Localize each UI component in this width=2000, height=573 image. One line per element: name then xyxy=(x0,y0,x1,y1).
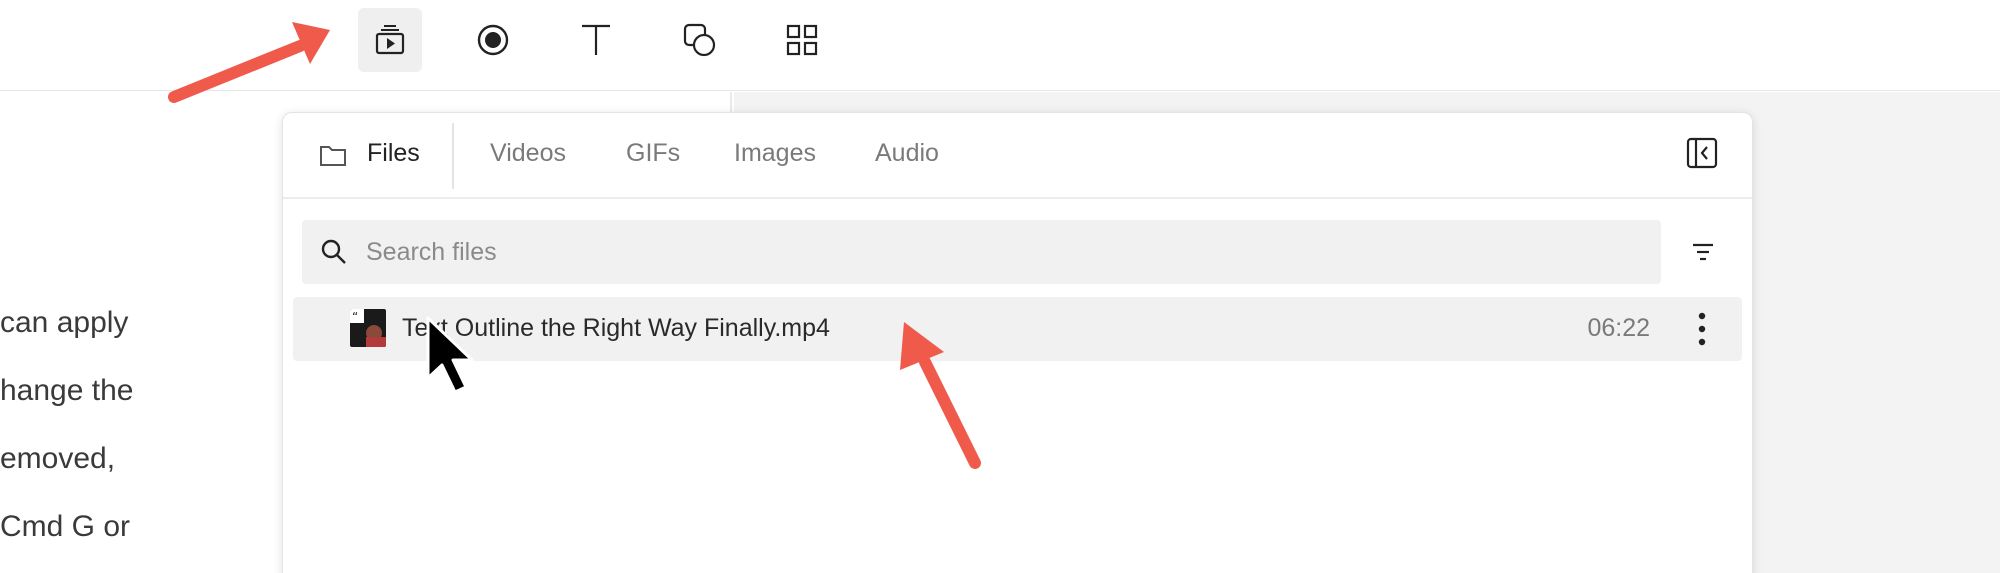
video-thumbnail: “ xyxy=(350,309,386,347)
top-toolbar xyxy=(0,0,2000,91)
shapes-icon xyxy=(683,23,716,57)
search-icon xyxy=(321,239,346,264)
doc-line: emoved, xyxy=(0,442,116,475)
more-options-icon[interactable] xyxy=(1692,309,1712,349)
tab-gifs[interactable]: GIFs xyxy=(626,139,680,168)
text-icon xyxy=(582,24,610,55)
collapse-panel-icon[interactable] xyxy=(1686,137,1718,169)
grid-icon xyxy=(786,24,818,56)
doc-line: hange the xyxy=(0,374,134,407)
file-duration: 06:22 xyxy=(1587,314,1650,342)
doc-line: can apply xyxy=(0,306,129,339)
tab-videos[interactable]: Videos xyxy=(490,139,566,168)
tab-images[interactable]: Images xyxy=(734,139,816,168)
elements-grid-button[interactable] xyxy=(770,8,834,72)
record-button[interactable] xyxy=(461,8,525,72)
search-input[interactable] xyxy=(366,220,1646,284)
file-list-item[interactable]: “ Text Outline the Right Way Finally.mp4… xyxy=(293,297,1742,361)
media-tabs: Files Videos GIFs Images Audio xyxy=(283,113,1752,199)
search-bar xyxy=(302,220,1661,284)
app-root: can apply hange the emoved, Cmd G or Fil… xyxy=(0,0,2000,573)
media-library-icon xyxy=(375,25,405,55)
filter-icon[interactable] xyxy=(1688,237,1718,267)
folder-icon xyxy=(320,146,346,166)
text-tool-button[interactable] xyxy=(564,8,628,72)
svg-text:“: “ xyxy=(352,310,358,324)
shapes-button[interactable] xyxy=(667,8,731,72)
tab-divider xyxy=(452,123,454,189)
doc-line: Cmd G or xyxy=(0,510,131,543)
file-name: Text Outline the Right Way Finally.mp4 xyxy=(402,314,830,342)
media-library-button[interactable] xyxy=(358,8,422,72)
media-panel: Files Videos GIFs Images Audio Search fi… xyxy=(282,112,1753,573)
record-icon xyxy=(477,24,509,56)
tab-files[interactable]: Files xyxy=(367,139,420,168)
tab-audio[interactable]: Audio xyxy=(875,139,939,168)
